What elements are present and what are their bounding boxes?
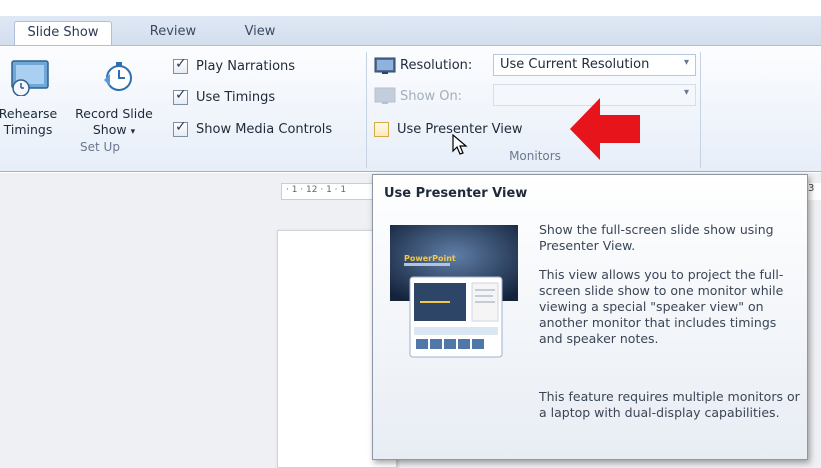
tooltip-paragraph-1: Show the full-screen slide show using Pr… <box>539 222 774 253</box>
play-narrations-checkbox[interactable]: ✓ Play Narrations <box>173 56 295 76</box>
checkbox-icon: ✓ <box>173 86 188 105</box>
ruler-text: · 1 · 12 · 1 · 1 <box>286 185 347 195</box>
presenter-view-tooltip: Use Presenter View PowerPoint Show the f… <box>372 174 808 460</box>
use-presenter-view-checkbox[interactable]: Use Presenter View <box>374 119 523 139</box>
chevron-down-icon: ▾ <box>683 57 689 68</box>
checkbox-icon: ✓ <box>173 118 188 137</box>
rehearse-timings-button[interactable]: Rehearse Timings <box>0 106 66 138</box>
record-label-line1: Record Slide <box>75 106 153 121</box>
rehearse-label-line2: Timings <box>3 122 53 137</box>
group-separator <box>366 52 367 168</box>
ribbon-panel: Rehearse Timings Record Slide Show ▾ ✓ P… <box>0 45 821 172</box>
resolution-icon <box>374 57 396 79</box>
show-media-controls-label: Show Media Controls <box>196 121 333 137</box>
show-on-label-text: Show On: <box>400 88 463 104</box>
resolution-dropdown[interactable]: Use Current Resolution ▾ <box>493 54 696 76</box>
mouse-cursor-icon <box>452 133 468 160</box>
play-narrations-label: Play Narrations <box>196 58 296 74</box>
group-separator <box>700 52 701 168</box>
red-arrow-icon <box>570 98 642 164</box>
record-label-line2-wrap: Show ▾ <box>62 122 166 140</box>
svg-text:PowerPoint: PowerPoint <box>404 254 456 263</box>
group-label-monitors: Monitors <box>509 149 561 163</box>
checkbox-icon: ✓ <box>173 55 188 74</box>
resolution-value: Use Current Resolution <box>500 57 650 72</box>
tooltip-title: Use Presenter View <box>384 186 528 201</box>
presenter-view-preview-image: PowerPoint <box>390 225 518 369</box>
show-media-controls-checkbox[interactable]: ✓ Show Media Controls <box>173 119 332 139</box>
rehearse-timings-icon[interactable] <box>9 58 53 100</box>
tooltip-paragraph-2: This view allows you to project the full… <box>539 267 784 346</box>
use-timings-label: Use Timings <box>196 89 276 105</box>
record-label-line2: Show <box>92 122 127 137</box>
use-timings-checkbox[interactable]: ✓ Use Timings <box>173 87 275 107</box>
tab-view[interactable]: View <box>236 21 284 45</box>
record-slide-show-icon[interactable] <box>101 60 135 98</box>
tab-review[interactable]: Review <box>142 21 204 45</box>
chevron-down-icon: ▾ <box>683 87 689 98</box>
resolution-label: Resolution: <box>400 55 472 75</box>
resolution-label-text: Resolution: <box>400 57 473 73</box>
dropdown-arrow-icon[interactable]: ▾ <box>131 127 136 137</box>
ruler-right-digit: 3 <box>808 183 815 194</box>
top-caption-strip <box>0 0 821 16</box>
record-slide-show-button[interactable]: Record Slide Show ▾ <box>62 106 166 140</box>
tab-slide-show[interactable]: Slide Show <box>14 21 112 45</box>
show-on-icon <box>374 87 396 109</box>
rehearse-label-line1: Rehearse <box>0 106 58 121</box>
checkbox-icon <box>374 121 389 137</box>
tooltip-paragraph-3: This feature requires multiple monitors … <box>539 389 800 420</box>
ruler-right-edge: 3 <box>808 183 821 200</box>
show-on-label: Show On: <box>400 86 462 106</box>
ribbon-tab-bar: Slide Show Review View <box>0 16 821 45</box>
group-label-set-up: Set Up <box>80 140 120 154</box>
